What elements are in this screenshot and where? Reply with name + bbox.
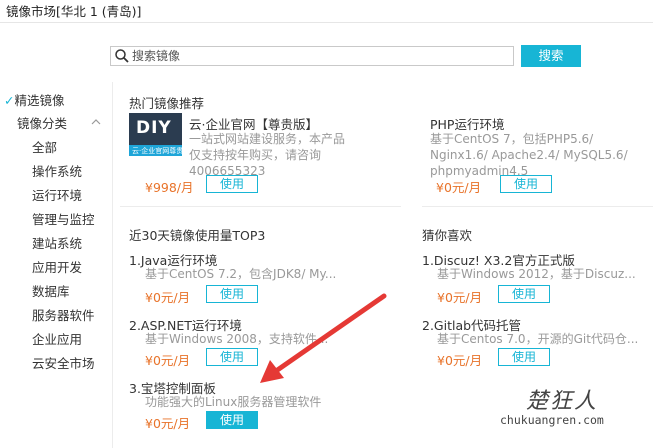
watermark-url: chukuangren.com [500,413,604,427]
watermark-brand: 楚狂人 [526,389,599,414]
annotation-arrow-icon [260,293,387,383]
